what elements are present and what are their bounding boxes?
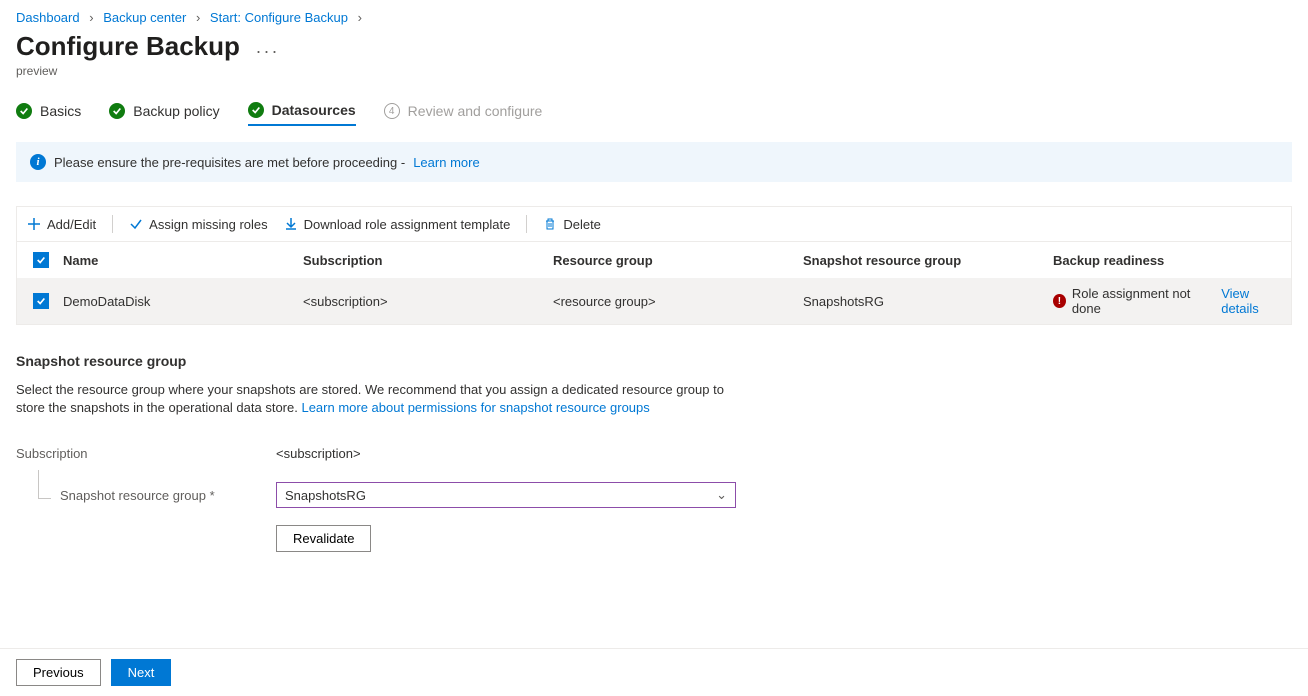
toolbar-label: Download role assignment template [304,217,511,232]
cell-resource-group: <resource group> [547,286,797,317]
col-readiness: Backup readiness [1047,245,1291,276]
wizard-steps: Basics Backup policy Datasources 4 Revie… [16,102,1292,126]
step-datasources[interactable]: Datasources [248,102,356,126]
subscription-value: <subscription> [276,446,736,461]
snapshot-section: Snapshot resource group Select the resou… [16,353,1292,552]
page-title: Configure Backup [16,31,240,62]
check-icon [248,102,264,118]
download-template-button[interactable]: Download role assignment template [284,217,511,232]
col-snapshot-rg: Snapshot resource group [797,245,1047,276]
grid-toolbar: Add/Edit Assign missing roles Download r… [16,206,1292,241]
error-icon: ! [1053,294,1066,308]
select-value: SnapshotsRG [285,488,366,503]
snapshot-form: Subscription <subscription> Snapshot res… [16,437,1292,552]
previous-button[interactable]: Previous [16,659,101,686]
select-all-checkbox[interactable] [33,252,49,268]
chevron-right-icon: › [89,10,93,25]
toolbar-label: Add/Edit [47,217,96,232]
breadcrumb-dashboard[interactable]: Dashboard [16,10,80,25]
toolbar-label: Delete [563,217,601,232]
chevron-right-icon: › [196,10,200,25]
col-name: Name [57,245,297,276]
cell-subscription: <subscription> [297,286,547,317]
info-icon: i [30,154,46,170]
snapshot-rg-label: Snapshot resource group * [16,488,276,503]
info-banner: i Please ensure the pre-requisites are m… [16,142,1292,182]
banner-learn-more-link[interactable]: Learn more [413,155,479,170]
more-actions-button[interactable]: ··· [256,41,280,62]
cell-name: DemoDataDisk [57,286,297,317]
page-subtitle: preview [16,64,1292,78]
view-details-link[interactable]: View details [1221,286,1285,316]
snapshot-rg-select[interactable]: SnapshotsRG ⌄ [276,482,736,508]
step-number-icon: 4 [384,103,400,119]
table-row[interactable]: DemoDataDisk <subscription> <resource gr… [17,278,1291,324]
banner-text: Please ensure the pre-requisites are met… [54,155,405,170]
check-icon [129,217,143,231]
grid-header-row: Name Subscription Resource group Snapsho… [17,242,1291,278]
plus-icon [27,217,41,231]
next-button[interactable]: Next [111,659,172,686]
step-review: 4 Review and configure [384,103,543,125]
breadcrumb-start-configure[interactable]: Start: Configure Backup [210,10,348,25]
datasources-grid: Name Subscription Resource group Snapsho… [16,241,1292,325]
download-icon [284,217,298,231]
col-subscription: Subscription [297,245,547,276]
divider [112,215,113,233]
step-basics[interactable]: Basics [16,103,81,125]
col-resource-group: Resource group [547,245,797,276]
step-label: Backup policy [133,103,219,119]
readiness-text: Role assignment not done [1072,286,1211,316]
snapshot-heading: Snapshot resource group [16,353,1292,369]
cell-snapshot-rg: SnapshotsRG [797,286,1047,317]
cell-readiness: ! Role assignment not done View details [1047,278,1291,324]
step-label: Datasources [272,102,356,118]
subscription-label: Subscription [16,446,276,461]
toolbar-label: Assign missing roles [149,217,268,232]
add-edit-button[interactable]: Add/Edit [27,217,96,232]
assign-missing-roles-button[interactable]: Assign missing roles [129,217,268,232]
wizard-footer: Previous Next [0,648,1308,696]
check-icon [109,103,125,119]
revalidate-button[interactable]: Revalidate [276,525,371,552]
trash-icon [543,217,557,231]
chevron-right-icon: › [358,10,362,25]
step-label: Basics [40,103,81,119]
divider [526,215,527,233]
delete-button[interactable]: Delete [543,217,601,232]
check-icon [16,103,32,119]
step-backup-policy[interactable]: Backup policy [109,103,219,125]
breadcrumb: Dashboard › Backup center › Start: Confi… [16,10,1292,25]
chevron-down-icon: ⌄ [716,487,727,503]
breadcrumb-backup-center[interactable]: Backup center [103,10,186,25]
row-checkbox[interactable] [33,293,49,309]
step-label: Review and configure [408,103,543,119]
snapshot-learn-more-link[interactable]: Learn more about permissions for snapsho… [301,400,649,415]
